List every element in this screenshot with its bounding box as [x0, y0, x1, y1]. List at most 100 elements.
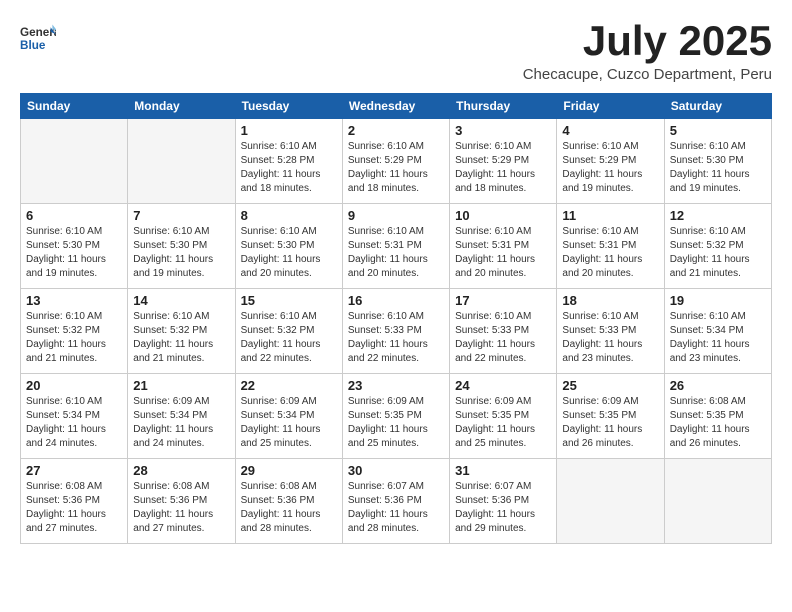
day-number: 21 — [133, 378, 229, 393]
title-block: July 2025 Checacupe, Cuzco Department, P… — [523, 20, 772, 83]
day-number: 17 — [455, 293, 551, 308]
calendar-cell: 28Sunrise: 6:08 AMSunset: 5:36 PMDayligh… — [128, 459, 235, 544]
day-number: 4 — [562, 123, 658, 138]
day-number: 18 — [562, 293, 658, 308]
day-number: 24 — [455, 378, 551, 393]
calendar-cell: 11Sunrise: 6:10 AMSunset: 5:31 PMDayligh… — [557, 204, 664, 289]
calendar-cell: 19 Sunrise: 6:10 AMSunset: 5:34 PMDayligh… — [664, 289, 771, 374]
day-number: 16 — [348, 293, 444, 308]
calendar-cell — [21, 119, 128, 204]
calendar-cell — [557, 459, 664, 544]
day-number: 3 — [455, 123, 551, 138]
calendar-cell: 3 Sunrise: 6:10 AMSunset: 5:29 PMDaylight… — [450, 119, 557, 204]
calendar-table: SundayMondayTuesdayWednesdayThursdayFrid… — [20, 93, 772, 544]
day-number: 20 — [26, 378, 122, 393]
week-row-4: 20Sunrise: 6:10 AMSunset: 5:34 PMDayligh… — [21, 374, 772, 459]
day-detail: Sunrise: 6:10 AMSunset: 5:34 PMDaylight:… — [670, 310, 766, 366]
day-detail: Sunrise: 6:10 AMSunset: 5:32 PMDaylight:… — [133, 310, 229, 366]
day-detail: Sunrise: 6:10 AMSunset: 5:30 PMDaylight:… — [670, 140, 766, 196]
day-detail: Sunrise: 6:10 AMSunset: 5:33 PMDaylight:… — [348, 310, 444, 366]
day-number: 19 — [670, 293, 766, 308]
day-number: 7 — [133, 208, 229, 223]
calendar-cell: 1Sunrise: 6:10 AMSunset: 5:28 PMDaylight… — [235, 119, 342, 204]
day-detail: Sunrise: 6:09 AMSunset: 5:34 PMDaylight:… — [133, 395, 229, 451]
weekday-header-thursday: Thursday — [450, 94, 557, 119]
day-detail: Sunrise: 6:09 AMSunset: 5:34 PMDaylight:… — [241, 395, 337, 451]
location-subtitle: Checacupe, Cuzco Department, Peru — [523, 66, 772, 83]
calendar-cell: 10Sunrise: 6:10 AMSunset: 5:31 PMDayligh… — [450, 204, 557, 289]
day-detail: Sunrise: 6:10 AMSunset: 5:32 PMDaylight:… — [241, 310, 337, 366]
day-number: 25 — [562, 378, 658, 393]
calendar-cell: 9Sunrise: 6:10 AMSunset: 5:31 PMDaylight… — [342, 204, 449, 289]
day-number: 22 — [241, 378, 337, 393]
calendar-cell: 6 Sunrise: 6:10 AMSunset: 5:30 PMDaylight… — [21, 204, 128, 289]
day-detail: Sunrise: 6:10 AMSunset: 5:29 PMDaylight:… — [348, 140, 444, 196]
day-number: 28 — [133, 463, 229, 478]
day-detail: Sunrise: 6:10 AMSunset: 5:30 PMDaylight:… — [241, 225, 337, 281]
calendar-cell — [128, 119, 235, 204]
day-detail: Sunrise: 6:10 AMSunset: 5:31 PMDaylight:… — [562, 225, 658, 281]
day-number: 9 — [348, 208, 444, 223]
day-detail: Sunrise: 6:10 AMSunset: 5:29 PMDaylight:… — [455, 140, 551, 196]
week-row-2: 6 Sunrise: 6:10 AMSunset: 5:30 PMDaylight… — [21, 204, 772, 289]
day-detail: Sunrise: 6:08 AMSunset: 5:36 PMDaylight:… — [26, 480, 122, 536]
calendar-cell: 17 Sunrise: 6:10 AMSunset: 5:33 PMDayligh… — [450, 289, 557, 374]
calendar-cell: 29Sunrise: 6:08 AMSunset: 5:36 PMDayligh… — [235, 459, 342, 544]
calendar-cell: 20Sunrise: 6:10 AMSunset: 5:34 PMDayligh… — [21, 374, 128, 459]
day-detail: Sunrise: 6:10 AMSunset: 5:31 PMDaylight:… — [455, 225, 551, 281]
calendar-cell: 21 Sunrise: 6:09 AMSunset: 5:34 PMDayligh… — [128, 374, 235, 459]
day-detail: Sunrise: 6:09 AMSunset: 5:35 PMDaylight:… — [562, 395, 658, 451]
calendar-cell: 24 Sunrise: 6:09 AMSunset: 5:35 PMDayligh… — [450, 374, 557, 459]
day-number: 31 — [455, 463, 551, 478]
day-number: 5 — [670, 123, 766, 138]
calendar-cell: 8Sunrise: 6:10 AMSunset: 5:30 PMDaylight… — [235, 204, 342, 289]
svg-text:Blue: Blue — [20, 39, 46, 52]
page-header: General Blue July 2025 Checacupe, Cuzco … — [20, 20, 772, 83]
day-detail: Sunrise: 6:08 AMSunset: 5:35 PMDaylight:… — [670, 395, 766, 451]
day-number: 12 — [670, 208, 766, 223]
weekday-header-monday: Monday — [128, 94, 235, 119]
month-title: July 2025 — [523, 20, 772, 62]
day-detail: Sunrise: 6:09 AMSunset: 5:35 PMDaylight:… — [348, 395, 444, 451]
day-detail: Sunrise: 6:10 AMSunset: 5:29 PMDaylight:… — [562, 140, 658, 196]
day-detail: Sunrise: 6:10 AMSunset: 5:32 PMDaylight:… — [26, 310, 122, 366]
calendar-cell: 12 Sunrise: 6:10 AMSunset: 5:32 PMDayligh… — [664, 204, 771, 289]
day-detail: Sunrise: 6:10 AMSunset: 5:28 PMDaylight:… — [241, 140, 337, 196]
calendar-cell: 14 Sunrise: 6:10 AMSunset: 5:32 PMDayligh… — [128, 289, 235, 374]
calendar-cell: 18 Sunrise: 6:10 AMSunset: 5:33 PMDayligh… — [557, 289, 664, 374]
day-detail: Sunrise: 6:10 AMSunset: 5:33 PMDaylight:… — [455, 310, 551, 366]
calendar-cell — [664, 459, 771, 544]
weekday-header-tuesday: Tuesday — [235, 94, 342, 119]
day-number: 23 — [348, 378, 444, 393]
week-row-3: 13 Sunrise: 6:10 AMSunset: 5:32 PMDayligh… — [21, 289, 772, 374]
day-detail: Sunrise: 6:10 AMSunset: 5:32 PMDaylight:… — [670, 225, 766, 281]
weekday-header-saturday: Saturday — [664, 94, 771, 119]
calendar-cell: 7Sunrise: 6:10 AMSunset: 5:30 PMDaylight… — [128, 204, 235, 289]
day-number: 15 — [241, 293, 337, 308]
calendar-cell: 25 Sunrise: 6:09 AMSunset: 5:35 PMDayligh… — [557, 374, 664, 459]
weekday-header-wednesday: Wednesday — [342, 94, 449, 119]
logo: General Blue — [20, 20, 56, 56]
day-detail: Sunrise: 6:07 AMSunset: 5:36 PMDaylight:… — [455, 480, 551, 536]
day-detail: Sunrise: 6:10 AMSunset: 5:33 PMDaylight:… — [562, 310, 658, 366]
day-detail: Sunrise: 6:10 AMSunset: 5:30 PMDaylight:… — [26, 225, 122, 281]
calendar-cell: 5 Sunrise: 6:10 AMSunset: 5:30 PMDaylight… — [664, 119, 771, 204]
calendar-cell: 13 Sunrise: 6:10 AMSunset: 5:32 PMDayligh… — [21, 289, 128, 374]
day-number: 13 — [26, 293, 122, 308]
day-number: 6 — [26, 208, 122, 223]
generalblue-logo-icon: General Blue — [20, 20, 56, 56]
weekday-header-friday: Friday — [557, 94, 664, 119]
calendar-cell: 15 Sunrise: 6:10 AMSunset: 5:32 PMDayligh… — [235, 289, 342, 374]
week-row-1: 1Sunrise: 6:10 AMSunset: 5:28 PMDaylight… — [21, 119, 772, 204]
calendar-cell: 31 Sunrise: 6:07 AMSunset: 5:36 PMDayligh… — [450, 459, 557, 544]
weekday-header-row: SundayMondayTuesdayWednesdayThursdayFrid… — [21, 94, 772, 119]
day-detail: Sunrise: 6:09 AMSunset: 5:35 PMDaylight:… — [455, 395, 551, 451]
calendar-cell: 4 Sunrise: 6:10 AMSunset: 5:29 PMDaylight… — [557, 119, 664, 204]
day-number: 14 — [133, 293, 229, 308]
calendar-cell: 27Sunrise: 6:08 AMSunset: 5:36 PMDayligh… — [21, 459, 128, 544]
day-number: 2 — [348, 123, 444, 138]
calendar-cell: 2 Sunrise: 6:10 AMSunset: 5:29 PMDaylight… — [342, 119, 449, 204]
day-detail: Sunrise: 6:07 AMSunset: 5:36 PMDaylight:… — [348, 480, 444, 536]
calendar-cell: 16 Sunrise: 6:10 AMSunset: 5:33 PMDayligh… — [342, 289, 449, 374]
calendar-cell: 22 Sunrise: 6:09 AMSunset: 5:34 PMDayligh… — [235, 374, 342, 459]
